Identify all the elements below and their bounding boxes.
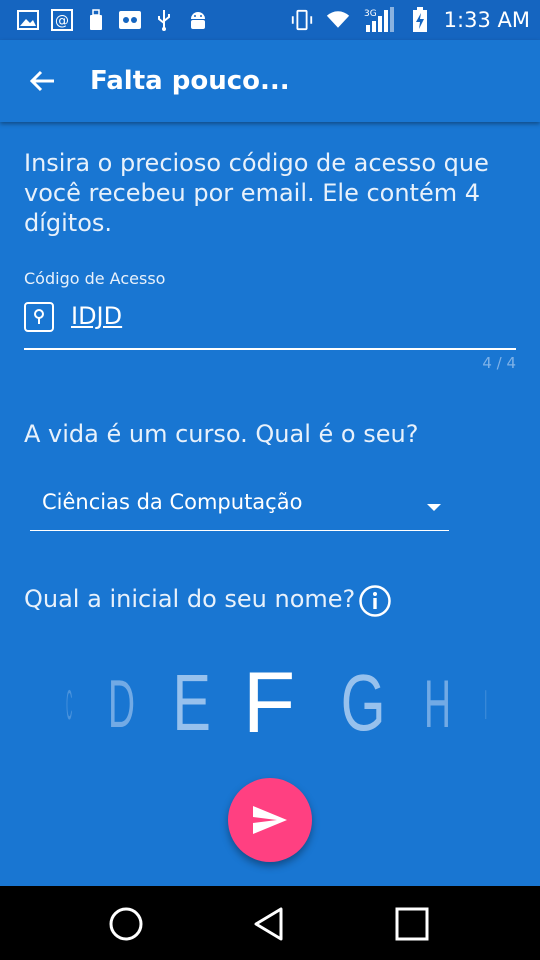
access-code-input-value[interactable]: IDJD: [71, 302, 122, 330]
back-triangle-icon: [254, 907, 283, 941]
course-question: A vida é um curso. Qual é o seu?: [24, 420, 419, 448]
android-debug-icon: [186, 8, 210, 32]
system-status: 3G 1:33 AM: [290, 0, 530, 40]
dropdown-arrow-icon: [427, 504, 441, 511]
clock: 1:33 AM: [443, 8, 530, 32]
course-dropdown[interactable]: Ciências da Computação: [30, 480, 449, 531]
info-icon[interactable]: [358, 584, 392, 618]
access-code-label: Código de Acesso: [24, 269, 166, 288]
arrow-back-icon: [29, 70, 54, 92]
initial-letter-picker[interactable]: CDEFGHI: [24, 642, 494, 772]
form-content: Insira o precioso código de acesso que v…: [0, 122, 540, 886]
page-title: Falta pouco...: [90, 66, 290, 96]
letter-option[interactable]: F: [243, 660, 296, 746]
app-bar: Falta pouco...: [0, 40, 540, 122]
usb-icon: [152, 8, 176, 32]
recents-button[interactable]: [392, 904, 432, 944]
at-sign-icon: @: [50, 8, 74, 32]
letter-option[interactable]: C: [66, 684, 72, 726]
home-button[interactable]: [106, 904, 146, 944]
notification-icons: @: [0, 8, 210, 32]
navigation-bar: [0, 886, 540, 960]
svg-text:@: @: [55, 13, 69, 29]
vibrate-icon: [290, 8, 314, 32]
letter-option[interactable]: D: [109, 670, 136, 738]
letter-option[interactable]: I: [484, 684, 486, 726]
battery-charging-icon: [408, 7, 432, 32]
gallery-icon: [16, 8, 40, 32]
back-nav-button[interactable]: [250, 904, 290, 944]
letter-option[interactable]: G: [340, 663, 385, 743]
send-button[interactable]: [228, 778, 312, 862]
status-bar: @ 3G 1:33 AM: [0, 0, 540, 40]
lock-keyhole-icon: [24, 302, 54, 332]
letter-option[interactable]: H: [425, 670, 452, 738]
usb-storage-icon: [84, 8, 108, 32]
back-button[interactable]: [22, 61, 62, 101]
access-code-field[interactable]: IDJD: [24, 300, 516, 350]
signal-icon: 3G: [362, 7, 396, 32]
home-circle-icon: [109, 907, 143, 941]
character-counter: 4 / 4: [482, 354, 516, 372]
wifi-icon: [326, 8, 350, 32]
network-type-label: 3G: [364, 9, 377, 19]
course-selected-value: Ciências da Computação: [42, 490, 303, 514]
voicemail-icon: [118, 8, 142, 32]
send-icon: [253, 806, 287, 834]
letter-option[interactable]: E: [172, 663, 210, 743]
recents-square-icon: [395, 907, 429, 941]
initial-question: Qual a inicial do seu nome?: [24, 585, 356, 613]
intro-text: Insira o precioso código de acesso que v…: [24, 149, 489, 237]
